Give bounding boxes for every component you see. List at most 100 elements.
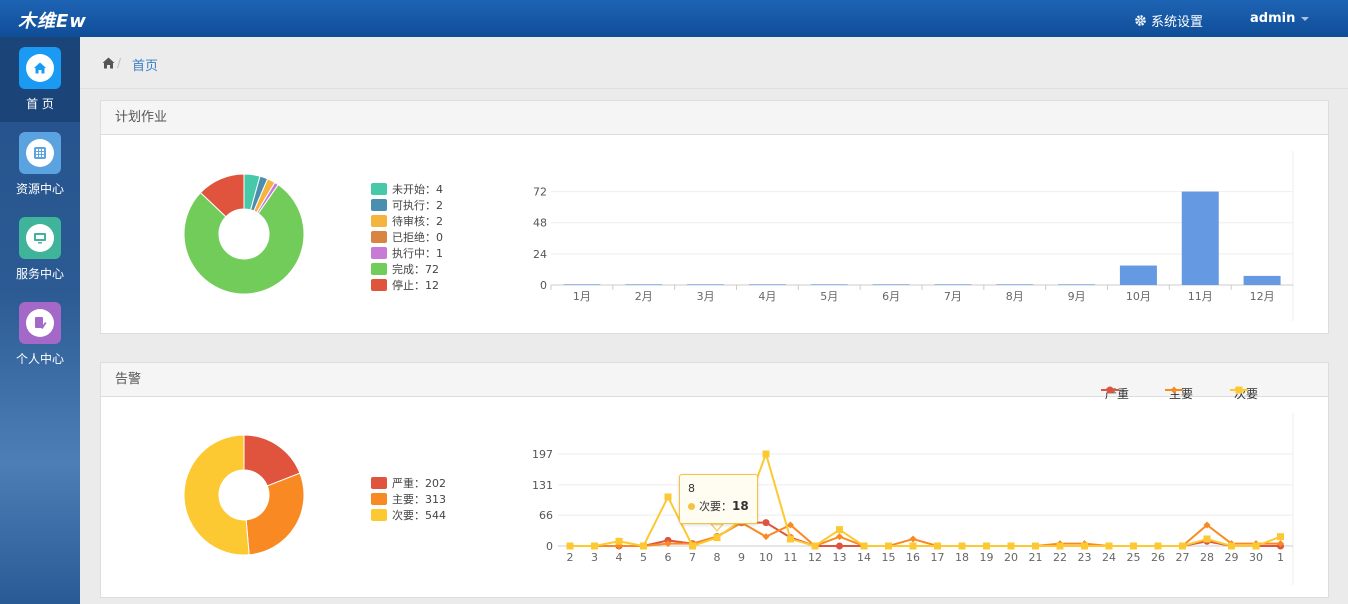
x-tick-label: 4 bbox=[616, 551, 623, 564]
sidebar-item-personal[interactable]: 个人中心 bbox=[0, 292, 80, 377]
legend-label: 已拒绝：0 bbox=[392, 231, 443, 244]
legend-swatch bbox=[371, 247, 387, 259]
legend-item[interactable]: 停止：12 bbox=[371, 277, 443, 293]
data-point bbox=[664, 493, 672, 501]
data-point bbox=[1203, 535, 1211, 543]
legend-swatch bbox=[371, 183, 387, 195]
data-point bbox=[811, 542, 819, 550]
data-point bbox=[689, 542, 696, 550]
tooltip-title: 8 bbox=[688, 482, 695, 495]
x-tick-label: 30 bbox=[1249, 551, 1263, 564]
legend-marker bbox=[1101, 386, 1119, 394]
data-point bbox=[1277, 533, 1284, 541]
line-legend-item[interactable]: 主要 bbox=[1165, 385, 1193, 402]
pie-slice bbox=[183, 434, 250, 556]
x-tick-label: 10月 bbox=[1126, 290, 1151, 303]
bar bbox=[810, 284, 848, 285]
x-tick-label: 13 bbox=[833, 551, 847, 564]
legend-swatch bbox=[371, 263, 387, 275]
legend-label: 可执行：2 bbox=[392, 199, 443, 212]
x-tick-label: 19 bbox=[980, 551, 994, 564]
data-point bbox=[885, 542, 892, 550]
x-tick-label: 5月 bbox=[820, 290, 838, 303]
bar bbox=[563, 284, 601, 285]
user-edit-icon bbox=[19, 302, 61, 344]
legend-label: 停止：12 bbox=[392, 279, 439, 292]
legend-label: 待审核：2 bbox=[392, 215, 443, 228]
sidebar-item-services[interactable]: 服务中心 bbox=[0, 207, 80, 292]
legend-label: 次要：544 bbox=[392, 509, 446, 522]
x-tick-label: 28 bbox=[1200, 551, 1214, 564]
x-tick-label: 11 bbox=[784, 551, 798, 564]
breadcrumb-current[interactable]: 首页 bbox=[132, 55, 158, 74]
legend-item[interactable]: 执行中：1 bbox=[371, 245, 443, 261]
line-legend-item[interactable]: 次要 bbox=[1230, 385, 1258, 402]
data-point bbox=[1081, 542, 1088, 550]
legend-item[interactable]: 主要：313 bbox=[371, 491, 446, 507]
x-tick-label: 29 bbox=[1225, 551, 1239, 564]
plan-charts: 0 24 48 72 1月 2月 3月 4月 5月 6月 7月 8月 9月 10月 11月 12月 bbox=[183, 151, 1294, 321]
data-point bbox=[983, 542, 990, 550]
user-menu[interactable]: admin bbox=[1250, 11, 1310, 26]
data-point bbox=[1179, 542, 1186, 550]
x-tick-label: 9月 bbox=[1068, 290, 1086, 303]
x-tick-label: 6 bbox=[665, 551, 672, 564]
x-tick-label: 4月 bbox=[758, 290, 776, 303]
y-tick-label: 24 bbox=[533, 248, 547, 261]
legend-marker bbox=[1230, 386, 1248, 394]
app-logo[interactable]: 木维Ew bbox=[18, 7, 87, 33]
legend-swatch bbox=[371, 231, 387, 243]
y-tick-label: 131 bbox=[532, 479, 553, 492]
data-point bbox=[1056, 542, 1064, 550]
data-point bbox=[934, 542, 941, 550]
data-point bbox=[1007, 542, 1015, 550]
legend-swatch bbox=[371, 199, 387, 211]
legend-item[interactable]: 严重：202 bbox=[371, 475, 446, 491]
data-point bbox=[591, 542, 598, 550]
sidebar-item-label: 资源中心 bbox=[15, 182, 64, 196]
legend-swatch bbox=[371, 279, 387, 291]
sidebar-item-resources[interactable]: 资源中心 bbox=[0, 122, 80, 207]
y-tick-label: 72 bbox=[533, 186, 547, 199]
bar bbox=[687, 284, 725, 285]
x-tick-label: 20 bbox=[1004, 551, 1018, 564]
legend-item[interactable]: 已拒绝：0 bbox=[371, 229, 443, 245]
gear-icon bbox=[1135, 15, 1146, 26]
legend-item[interactable]: 未开始：4 bbox=[371, 181, 443, 197]
line-legend-item[interactable]: 严重 bbox=[1101, 385, 1129, 402]
legend-label: 完成：72 bbox=[392, 263, 439, 276]
settings-button[interactable]: 系统设置 bbox=[1134, 11, 1203, 30]
legend-item[interactable]: 待审核：2 bbox=[371, 213, 443, 229]
data-point bbox=[1032, 542, 1039, 550]
bar bbox=[996, 284, 1034, 285]
x-tick-label: 2 bbox=[567, 551, 574, 564]
bar bbox=[1181, 191, 1219, 285]
x-tick-label: 8 bbox=[714, 551, 721, 564]
legend-item[interactable]: 完成：72 bbox=[371, 261, 443, 277]
y-tick-label: 0 bbox=[540, 279, 547, 292]
x-tick-label: 1月 bbox=[573, 290, 591, 303]
sidebar-item-label: 个人中心 bbox=[15, 352, 64, 366]
grid-icon bbox=[19, 132, 61, 174]
tooltip-value: 18 bbox=[732, 499, 749, 513]
data-point bbox=[762, 450, 770, 458]
x-tick-label: 3 bbox=[591, 551, 598, 564]
legend-label: 未开始：4 bbox=[392, 183, 443, 196]
legend-swatch bbox=[371, 215, 387, 227]
alert-legend: 严重：202 主要：313 次要：544 bbox=[371, 475, 446, 523]
data-point bbox=[566, 542, 574, 550]
legend-item[interactable]: 次要：544 bbox=[371, 507, 446, 523]
sidebar-item-home[interactable]: 首 页 bbox=[0, 37, 80, 122]
x-tick-label: 7月 bbox=[944, 290, 962, 303]
x-tick-label: 9 bbox=[738, 551, 745, 564]
legend-item[interactable]: 可执行：2 bbox=[371, 197, 443, 213]
data-point bbox=[1154, 542, 1162, 550]
chart-tooltip: 8 次要：18 bbox=[679, 474, 758, 524]
user-name: admin bbox=[1250, 11, 1296, 26]
data-point bbox=[958, 542, 966, 550]
bar bbox=[934, 284, 972, 285]
x-tick-label: 22 bbox=[1053, 551, 1067, 564]
data-point bbox=[640, 542, 647, 550]
home-icon[interactable] bbox=[102, 57, 115, 69]
x-tick-label: 16 bbox=[906, 551, 920, 564]
